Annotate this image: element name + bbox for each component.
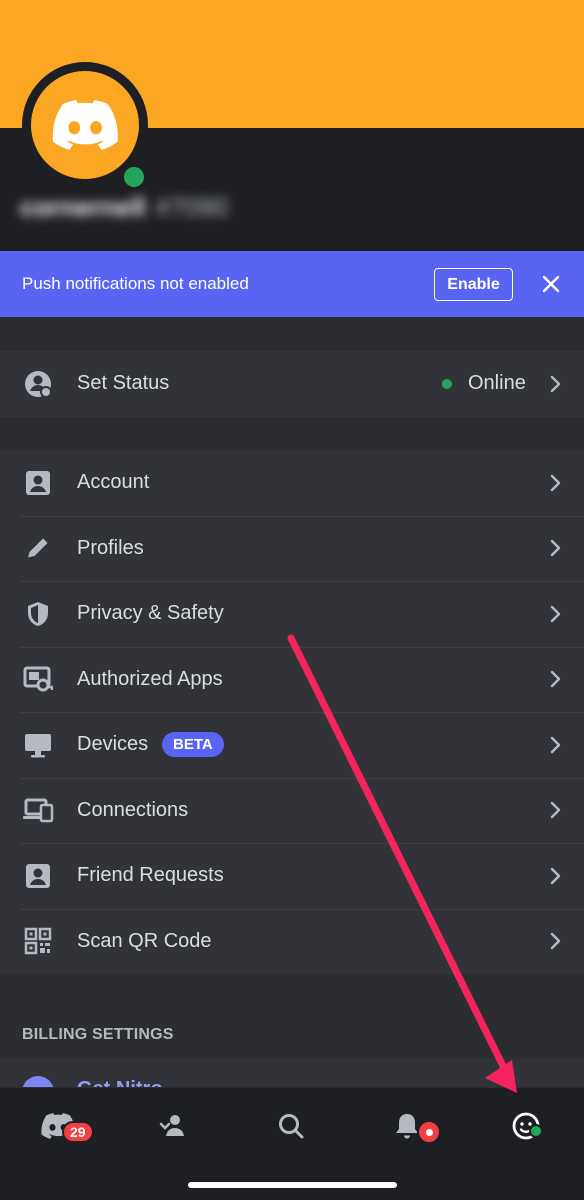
- connections-icon: [22, 794, 54, 826]
- menu-item-friend-requests[interactable]: Friend Requests: [0, 843, 584, 909]
- menu-label: Authorized Apps: [77, 667, 223, 690]
- chevron-right-icon: [547, 736, 565, 754]
- home-unread-badge: 29: [62, 1121, 94, 1143]
- bell-icon: [396, 1114, 418, 1139]
- set-status-label: Set Status: [77, 372, 170, 395]
- chevron-right-icon: [547, 932, 565, 950]
- status-icon: [22, 368, 54, 400]
- online-dot: [442, 378, 452, 389]
- menu-item-privacy-safety[interactable]: Privacy & Safety: [0, 581, 584, 647]
- close-icon[interactable]: [538, 271, 564, 297]
- billing-settings-heading: BILLING SETTINGS: [22, 1026, 174, 1043]
- menu-item-scan-qr-code[interactable]: Scan QR Code: [0, 908, 584, 975]
- chevron-right-icon: [547, 605, 565, 623]
- set-status-row[interactable]: Set Status Online: [0, 351, 584, 417]
- status-group: Set Status Online: [0, 351, 584, 417]
- nitro-icon: [22, 1076, 54, 1087]
- tab-friends[interactable]: [143, 1104, 203, 1148]
- friend-requests-icon: [22, 860, 54, 892]
- discord-logo-icon: [52, 100, 118, 150]
- user-settings-group: Account Profiles Privacy & Safety Author…: [0, 450, 584, 974]
- menu-item-account[interactable]: Account: [0, 450, 584, 516]
- friends-icon: [159, 1115, 184, 1136]
- beta-badge: BETA: [162, 732, 224, 758]
- chevron-right-icon: [547, 539, 565, 557]
- you-online-dot: [529, 1124, 543, 1138]
- menu-label: Scan QR Code: [77, 929, 212, 952]
- tab-you[interactable]: [496, 1104, 556, 1148]
- menu-item-connections[interactable]: Connections: [0, 777, 584, 844]
- pencil-icon: [22, 532, 54, 564]
- home-indicator[interactable]: [188, 1182, 397, 1188]
- tab-search[interactable]: [261, 1104, 321, 1148]
- menu-label: Devices: [77, 733, 149, 756]
- chevron-right-icon: [547, 375, 565, 393]
- online-presence-dot: [119, 162, 149, 192]
- search-icon: [279, 1114, 304, 1139]
- push-banner-message: Push notifications not enabled: [22, 274, 249, 293]
- qr-code-icon: [22, 925, 54, 957]
- username: cornernell #7090: [20, 192, 229, 222]
- menu-label: Friend Requests: [77, 864, 224, 887]
- menu-item-profiles[interactable]: Profiles: [0, 515, 584, 582]
- push-notification-banner: Push notifications not enabled Enable: [0, 251, 584, 317]
- menu-label: Privacy & Safety: [77, 602, 224, 625]
- menu-label: Connections: [77, 798, 189, 821]
- chevron-right-icon: [547, 867, 565, 885]
- chevron-right-icon: [547, 670, 565, 688]
- menu-label: Account: [77, 471, 150, 494]
- avatar[interactable]: [31, 71, 139, 179]
- menu-item-authorized-apps[interactable]: Authorized Apps: [0, 646, 584, 713]
- menu-item-devices[interactable]: Devices BETA: [0, 712, 584, 778]
- get-nitro-row[interactable]: Get Nitro: [0, 1058, 584, 1087]
- user-tag: #7090: [155, 192, 229, 222]
- shield-icon: [22, 598, 54, 630]
- notification-badge: [417, 1120, 441, 1144]
- enable-notifications-button[interactable]: Enable: [434, 268, 513, 301]
- monitor-icon: [22, 729, 54, 761]
- chevron-right-icon: [547, 801, 565, 819]
- get-nitro-label: Get Nitro: [77, 1078, 163, 1087]
- status-value: Online: [442, 372, 526, 395]
- menu-label: Profiles: [77, 536, 144, 559]
- authorized-apps-icon: [22, 663, 54, 695]
- chevron-right-icon: [547, 474, 565, 492]
- account-icon: [22, 467, 54, 499]
